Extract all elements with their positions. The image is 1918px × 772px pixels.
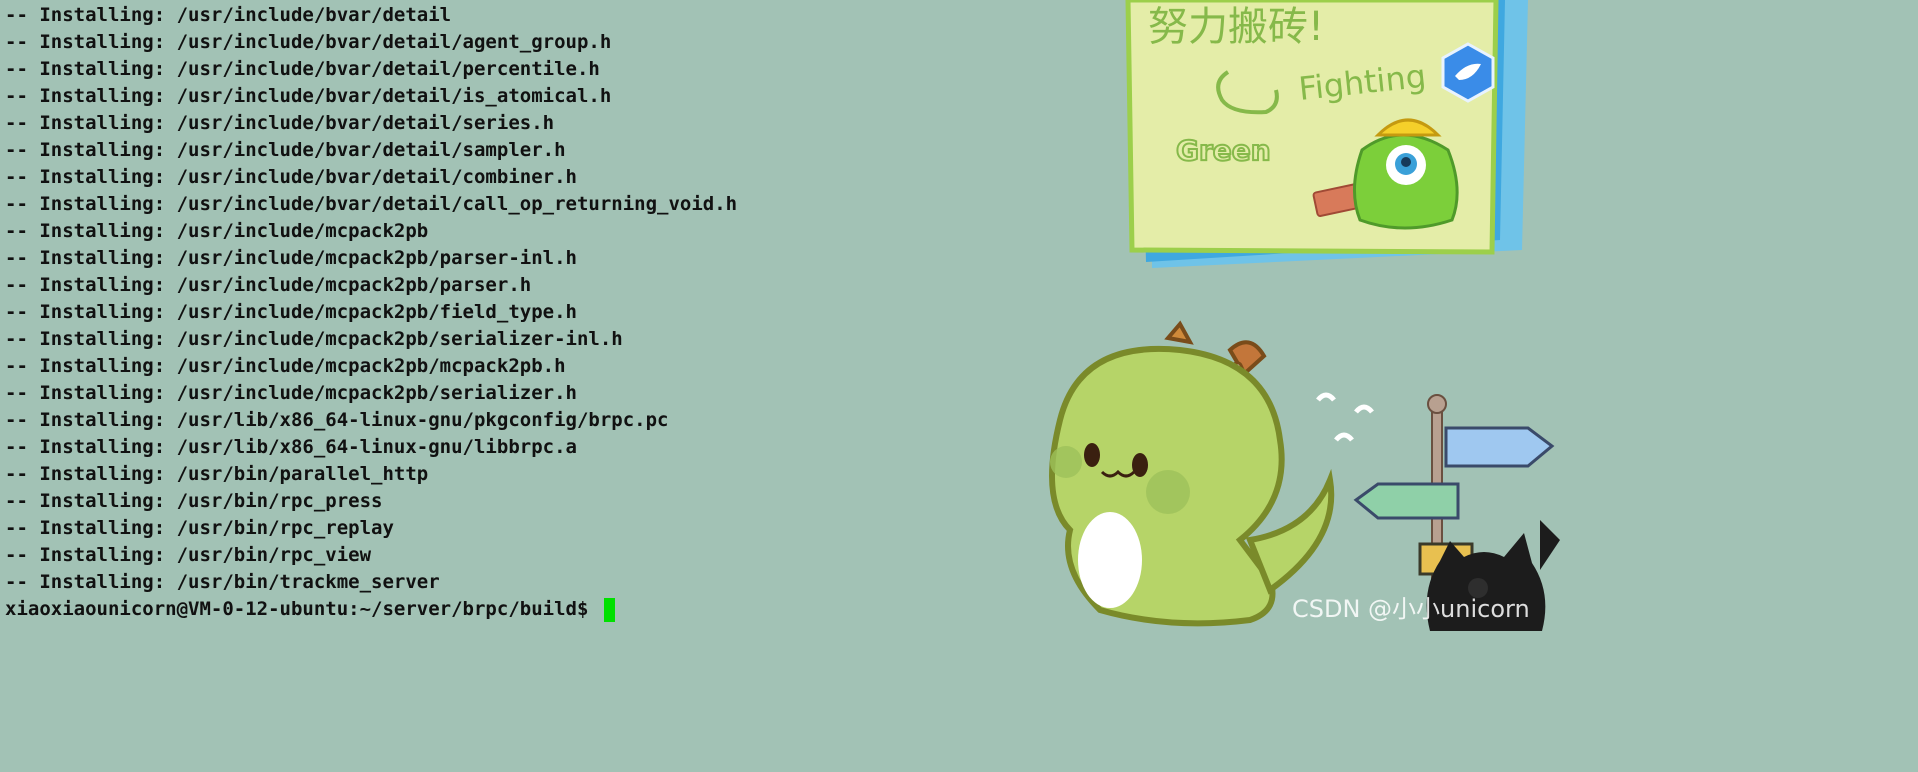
terminal-line: -- Installing: /usr/include/bvar/detail/…	[5, 139, 566, 161]
note-fighting: Fighting	[1297, 57, 1428, 108]
terminal-line: -- Installing: /usr/include/mcpack2pb	[5, 220, 429, 242]
terminal-line: -- Installing: /usr/bin/trackme_server	[5, 571, 440, 593]
terminal-line: -- Installing: /usr/lib/x86_64-linux-gnu…	[5, 436, 577, 458]
terminal-output: -- Installing: /usr/include/bvar/detail …	[5, 2, 1005, 623]
terminal-line: -- Installing: /usr/include/bvar/detail/…	[5, 85, 612, 107]
terminal-line: -- Installing: /usr/bin/parallel_http	[5, 463, 429, 485]
note-green: Green	[1176, 134, 1271, 167]
csdn-watermark: CSDN @小小unicorn	[1292, 595, 1530, 623]
sticky-note: 努力搬砖! Fighting Green	[1125, 0, 1528, 268]
terminal-line: -- Installing: /usr/include/bvar/detail/…	[5, 166, 577, 188]
badge-icon	[1441, 42, 1495, 103]
terminal-line: -- Installing: /usr/include/bvar/detail/…	[5, 193, 738, 215]
signpost-illustration	[1353, 394, 1555, 603]
terminal-line: -- Installing: /usr/include/bvar/detail	[5, 4, 452, 26]
terminal-line: -- Installing: /usr/include/mcpack2pb/pa…	[5, 247, 577, 269]
terminal-line: -- Installing: /usr/bin/rpc_view	[5, 544, 372, 566]
terminal-line: -- Installing: /usr/include/bvar/detail/…	[5, 31, 612, 53]
terminal-line: -- Installing: /usr/include/mcpack2pb/pa…	[5, 274, 532, 296]
terminal-line: -- Installing: /usr/include/mcpack2pb/fi…	[5, 301, 577, 323]
terminal-line: -- Installing: /usr/include/bvar/detail/…	[5, 112, 555, 134]
terminal-line: -- Installing: /usr/bin/rpc_press	[5, 490, 383, 512]
terminal-line: -- Installing: /usr/include/mcpack2pb/se…	[5, 328, 623, 350]
terminal-line: -- Installing: /usr/lib/x86_64-linux-gnu…	[5, 409, 669, 431]
terminal-line: -- Installing: /usr/include/bvar/detail/…	[5, 58, 600, 80]
note-heading: 努力搬砖!	[1148, 4, 1324, 50]
dinosaur-illustration	[1049, 320, 1374, 627]
shell-prompt: xiaoxiaounicorn@VM-0-12-ubuntu:~/server/…	[5, 598, 600, 620]
terminal-line: -- Installing: /usr/include/mcpack2pb/mc…	[5, 355, 566, 377]
terminal-line: -- Installing: /usr/bin/rpc_replay	[5, 517, 394, 539]
terminal-prompt-line[interactable]: xiaoxiaounicorn@VM-0-12-ubuntu:~/server/…	[5, 596, 1005, 623]
terminal-cursor[interactable]	[603, 597, 615, 622]
terminal-line: -- Installing: /usr/include/mcpack2pb/se…	[5, 382, 577, 404]
